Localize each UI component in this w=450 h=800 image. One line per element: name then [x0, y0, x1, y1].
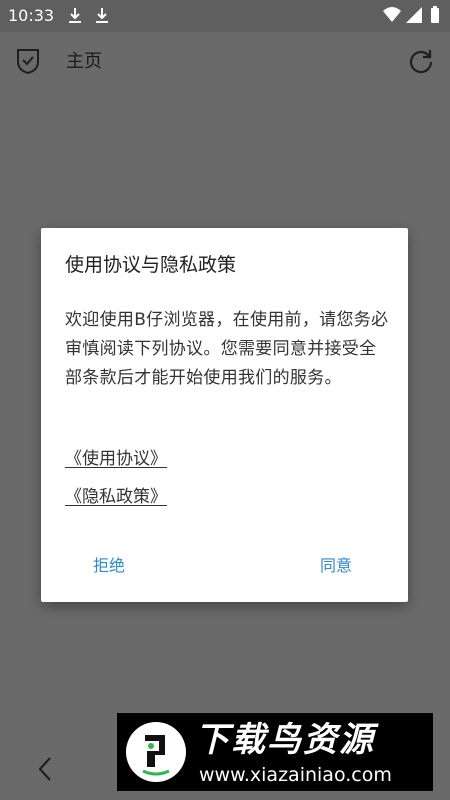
watermark-url: www.xiazainiao.com: [199, 764, 392, 786]
status-icons: [383, 6, 439, 23]
app-bar: 主页: [0, 32, 450, 90]
refresh-icon[interactable]: [408, 48, 434, 74]
dialog-title: 使用协议与隐私政策: [65, 254, 237, 276]
privacy-dialog: 使用协议与隐私政策 欢迎使用B仔浏览器，在使用前，请您务必审慎阅读下列协议。您需…: [41, 228, 408, 602]
page-title: 主页: [66, 51, 102, 72]
watermark-name: 下载鸟资源: [195, 720, 375, 760]
privacy-policy-link[interactable]: 《隐私政策》: [65, 485, 167, 509]
agree-button[interactable]: 同意: [320, 555, 352, 577]
dialog-message: 欢迎使用B仔浏览器，在使用前，请您务必审慎阅读下列协议。您需要同意并接受全部条款…: [65, 310, 389, 388]
signal-icon: [406, 7, 422, 23]
watermark: 下载鸟资源 www.xiazainiao.com: [117, 713, 433, 791]
reject-button[interactable]: 拒绝: [93, 555, 125, 577]
download-icon: [69, 8, 81, 23]
battery-icon: [431, 6, 439, 23]
wifi-icon: [383, 7, 401, 22]
status-bar: 10:33: [0, 0, 450, 32]
download-icon: [96, 8, 108, 23]
shield-check-icon[interactable]: [16, 48, 40, 74]
terms-of-use-link[interactable]: 《使用协议》: [65, 447, 167, 471]
bird-logo-icon: [126, 722, 186, 782]
status-time: 10:33: [8, 6, 55, 25]
back-chevron-icon[interactable]: [36, 756, 54, 782]
